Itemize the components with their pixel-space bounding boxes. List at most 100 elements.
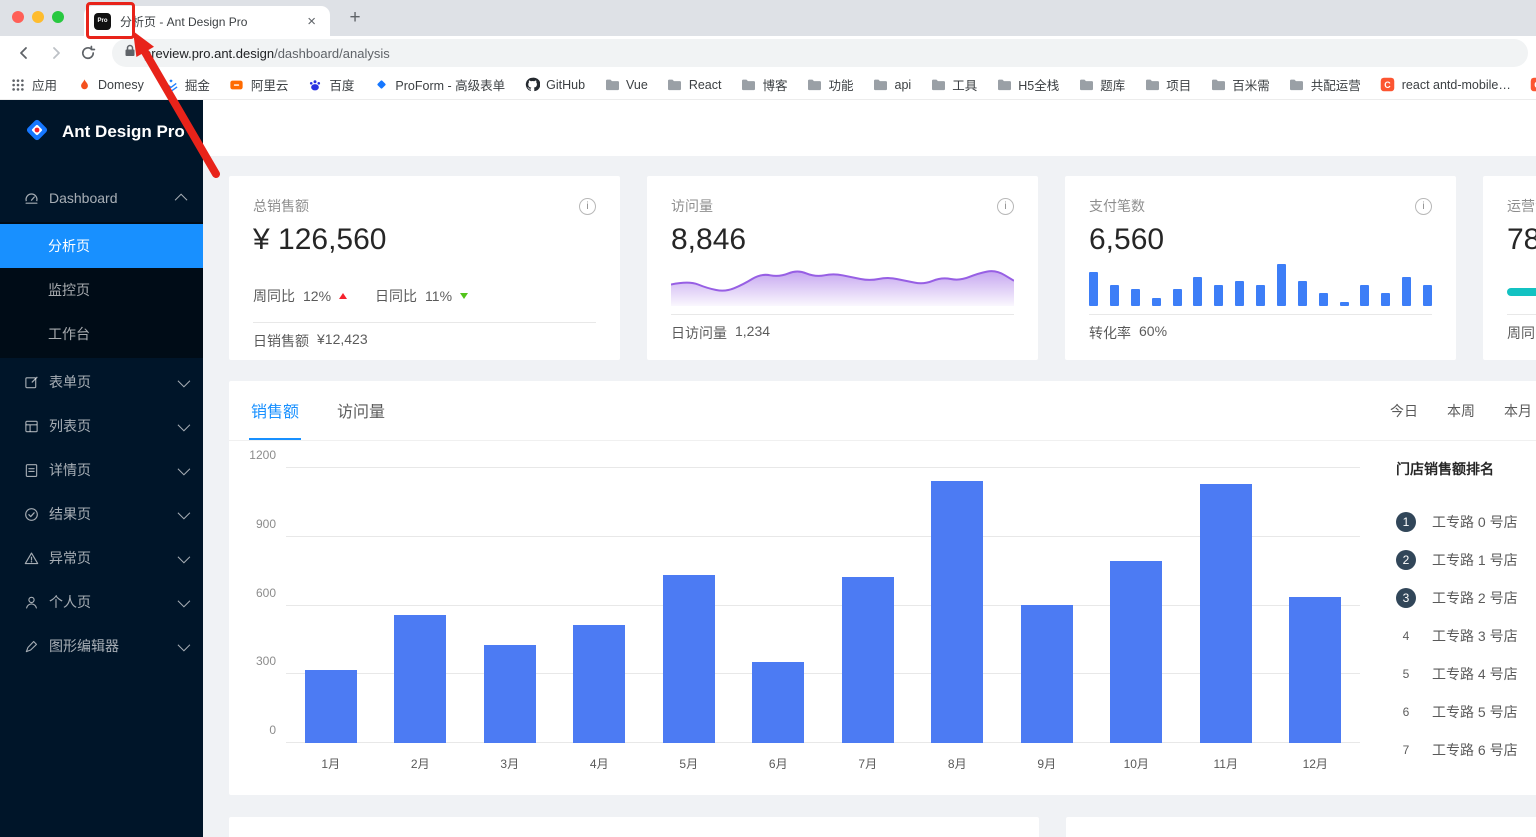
bookmark-label: ProForm - 高级表单	[395, 79, 506, 93]
new-tab-button[interactable]: +	[342, 5, 368, 31]
sidebar-item-label: 详情页	[49, 462, 91, 478]
bookmark-item[interactable]: React	[667, 77, 722, 93]
close-window-button[interactable]	[12, 11, 24, 23]
sidebar-subitem-监控页[interactable]: 监控页	[0, 268, 203, 312]
bookmark-label: 阿里云	[250, 79, 289, 93]
mini-bar	[1339, 301, 1349, 306]
info-icon[interactable]: i	[1415, 197, 1432, 215]
table	[24, 419, 39, 434]
folder-icon	[1144, 77, 1160, 93]
bookmark-item[interactable]: 应用	[10, 75, 57, 94]
ranking-item[interactable]: 4 工专路 3 号店	[1396, 617, 1536, 655]
sidebar-subitem-分析页[interactable]: 分析页	[0, 224, 203, 268]
bookmark-item[interactable]: 项目	[1144, 75, 1191, 94]
bookmark-label: React	[688, 77, 722, 92]
ranking-item[interactable]: 7 工专路 6 号店	[1396, 731, 1536, 769]
bookmark-item[interactable]: Vue	[604, 77, 648, 93]
bookmark-item[interactable]: H5全栈	[996, 75, 1059, 94]
logo-row[interactable]: Ant Design Pro	[0, 100, 203, 164]
folder-icon	[930, 77, 946, 93]
sidebar-item-详情页[interactable]: 详情页	[0, 450, 203, 490]
bookmark-item[interactable]: 掘金	[163, 75, 210, 94]
y-axis-label: 300	[255, 654, 276, 669]
reload-icon[interactable]	[75, 40, 101, 66]
y-axis-label: 0	[269, 723, 276, 737]
caret-down-icon	[460, 293, 469, 299]
sidebar-item-结果页[interactable]: 结果页	[0, 494, 203, 534]
x-axis-label: 3月	[500, 757, 520, 771]
folder-icon	[873, 77, 889, 93]
range-today[interactable]: 今日	[1390, 401, 1418, 421]
sidebar-item-列表页[interactable]: 列表页	[0, 406, 203, 446]
bookmark-item[interactable]: Creact antd-mobile…	[1380, 77, 1511, 93]
sidebar-item-表单页[interactable]: 表单页	[0, 362, 203, 402]
forward-icon[interactable]	[43, 40, 69, 66]
ranking-item[interactable]: 2 工专路 1 号店	[1396, 541, 1536, 579]
stat-value: 8,846	[671, 223, 747, 256]
bookmark-item[interactable]: GitHub	[524, 77, 585, 93]
bookmark-item[interactable]: CRe	[1530, 77, 1536, 93]
tab-close-icon[interactable]: ×	[303, 12, 320, 31]
csdn-icon: C	[1380, 77, 1396, 93]
bookmark-item[interactable]: 百度	[307, 75, 354, 94]
zoom-window-button[interactable]	[52, 11, 64, 23]
range-month[interactable]: 本月	[1504, 401, 1532, 421]
sales-bar-plot: 0 300 600 900 1200	[249, 448, 1360, 743]
store-ranking: 门店销售额排名 1 工专路 0 号店 2 工专路 1 号店 3 工专路 2 号店 4 工专路 …	[1396, 459, 1536, 769]
main-area: 总销售额 i ¥ 126,560 周同比 12% 日同比 11% 日销售额 ¥12,42…	[203, 100, 1536, 837]
trend-day: 日同比 11%	[375, 286, 469, 306]
sidebar-item-图形编辑器[interactable]: 图形编辑器	[0, 626, 203, 666]
folder-icon	[1078, 77, 1094, 93]
bookmark-item[interactable]: Domesy	[76, 77, 144, 93]
bookmark-label: Vue	[626, 77, 648, 92]
x-axis-label: 7月	[858, 757, 878, 771]
bookmark-item[interactable]: 功能	[807, 75, 854, 94]
folder-icon	[807, 77, 823, 93]
bookmark-item[interactable]: 阿里云	[229, 75, 289, 94]
url-bar[interactable]: preview.pro.ant.design/dashboard/analysi…	[112, 39, 1528, 67]
bookmark-label: react antd-mobile…	[1401, 77, 1511, 92]
ranking-item[interactable]: 6 工专路 5 号店	[1396, 693, 1536, 731]
window-controls[interactable]	[12, 11, 64, 23]
mini-bar	[1235, 280, 1245, 306]
minimize-window-button[interactable]	[32, 11, 44, 23]
x-axis-label: 11月	[1213, 757, 1238, 771]
bar-5月	[662, 575, 715, 743]
sidebar-subitem-工作台[interactable]: 工作台	[0, 312, 203, 356]
back-icon[interactable]	[11, 40, 37, 66]
bookmark-item[interactable]: 百米需	[1210, 75, 1270, 94]
sidebar-item-label: Dashboard	[49, 190, 118, 206]
tab-sales[interactable]: 销售额	[249, 382, 302, 440]
bookmark-label: 应用	[32, 79, 58, 93]
lock-icon	[124, 44, 136, 62]
ranking-item[interactable]: 3 工专路 2 号店	[1396, 579, 1536, 617]
range-week[interactable]: 本周	[1447, 401, 1475, 421]
sidebar-item-异常页[interactable]: 异常页	[0, 538, 203, 578]
bookmark-item[interactable]: ProForm - 高级表单	[373, 75, 505, 94]
mini-bar	[1193, 276, 1203, 306]
ranking-item[interactable]: 5 工专路 4 号店	[1396, 655, 1536, 693]
store-name: 工专路 5 号店	[1432, 704, 1518, 720]
stat-value: ¥ 126,560	[253, 223, 387, 256]
sidebar-item-Dashboard[interactable]: Dashboard	[0, 178, 203, 218]
bar-8月	[931, 481, 984, 743]
stat-title: 访问量	[671, 198, 713, 214]
bookmark-item[interactable]: 工具	[930, 75, 977, 94]
info-icon[interactable]: i	[997, 197, 1014, 215]
info-icon[interactable]: i	[579, 197, 596, 215]
bookmark-label: 工具	[952, 79, 978, 93]
chevron-down-icon	[177, 594, 191, 607]
bookmark-item[interactable]: api	[873, 77, 911, 93]
bookmark-item[interactable]: 题库	[1078, 75, 1125, 94]
ranking-item[interactable]: 1 工专路 0 号店	[1396, 503, 1536, 541]
tab-visits[interactable]: 访问量	[335, 382, 387, 440]
mini-bar	[1318, 293, 1328, 306]
mini-bar	[1256, 285, 1265, 306]
bookmark-item[interactable]: 博客	[740, 75, 788, 94]
github-icon	[524, 77, 540, 93]
card-payments: 支付笔数 i 6,560 转化率 60%	[1065, 176, 1456, 360]
sidebar-item-个人页[interactable]: 个人页	[0, 582, 203, 622]
bars-row	[286, 468, 1360, 743]
bookmark-item[interactable]: 共配运营	[1289, 75, 1361, 94]
payments-minibar-chart	[1089, 264, 1432, 306]
